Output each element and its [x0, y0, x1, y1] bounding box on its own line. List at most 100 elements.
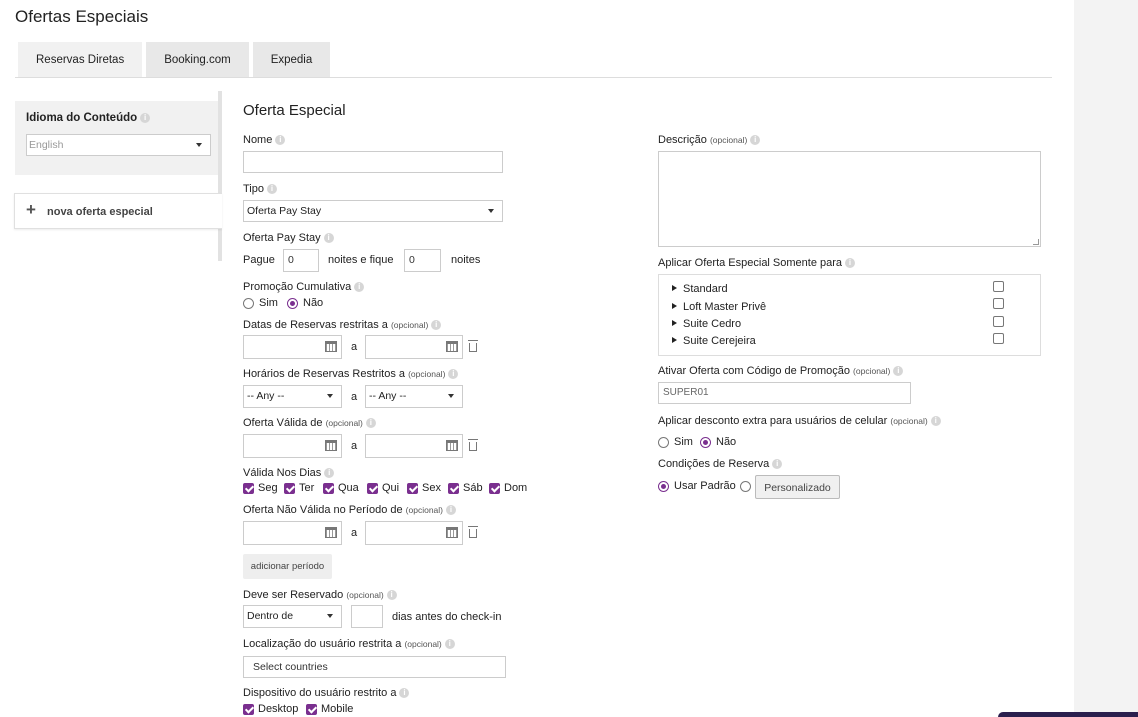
language-value: English — [29, 139, 64, 151]
info-icon[interactable]: i — [444, 639, 455, 649]
expand-arrow-icon[interactable] — [672, 337, 677, 343]
mobile-discount-no-radio[interactable] — [700, 437, 711, 448]
day-sex-checkbox[interactable] — [407, 483, 418, 494]
device-mobile-checkbox[interactable] — [306, 704, 317, 715]
day-dom-label: Dom — [504, 482, 528, 494]
info-icon[interactable]: i — [365, 418, 376, 428]
must-book-select[interactable]: Dentro de — [243, 605, 342, 628]
type-label-wrap: Tipo i — [243, 183, 277, 195]
cumulative-label: Promoção Cumulativa — [243, 281, 352, 293]
info-icon[interactable]: i — [893, 366, 904, 376]
booking-date-from-input[interactable] — [243, 335, 342, 359]
use-default-radio[interactable] — [658, 481, 669, 492]
trash-icon[interactable] — [468, 340, 478, 352]
info-icon[interactable]: i — [448, 369, 459, 379]
info-icon[interactable]: i — [399, 688, 410, 698]
trash-icon[interactable] — [468, 439, 478, 451]
promo-code-label-wrap: Ativar Oferta com Código de Promoção (op… — [658, 365, 904, 377]
language-label-wrap: Idioma do Conteúdo i — [26, 112, 151, 124]
day-sab-checkbox[interactable] — [448, 483, 459, 494]
tab-reservas-diretas[interactable]: Reservas Diretas — [18, 42, 143, 77]
pay-label: Pague — [243, 254, 275, 266]
valid-from-input[interactable] — [243, 434, 342, 458]
trash-icon[interactable] — [468, 526, 478, 538]
calendar-icon[interactable] — [446, 341, 458, 352]
type-select[interactable]: Oferta Pay Stay — [243, 200, 503, 222]
info-icon[interactable]: i — [140, 113, 151, 123]
room-label: Suite Cerejeira — [683, 335, 756, 347]
name-label-wrap: Nome i — [243, 134, 286, 146]
sidebar-scrollbar[interactable] — [218, 91, 222, 261]
resize-handle-icon[interactable] — [1033, 239, 1039, 245]
stay-nights-input[interactable]: 0 — [404, 249, 441, 272]
chat-launcher-tab[interactable] — [998, 712, 1138, 717]
must-book-label: Deve ser Reservado — [243, 589, 344, 601]
new-offer-button[interactable]: + nova oferta especial — [14, 193, 222, 229]
device-desktop-checkbox[interactable] — [243, 704, 254, 715]
optional-tag: (opcional) — [346, 590, 384, 600]
tab-booking[interactable]: Booking.com — [146, 42, 249, 77]
room-checkbox[interactable] — [993, 298, 1004, 309]
info-icon[interactable]: i — [845, 258, 856, 268]
tab-expedia[interactable]: Expedia — [252, 42, 331, 77]
expand-arrow-icon[interactable] — [672, 320, 677, 326]
info-icon[interactable]: i — [275, 135, 286, 145]
calendar-icon[interactable] — [325, 527, 337, 538]
calendar-icon[interactable] — [446, 527, 458, 538]
info-icon[interactable]: i — [772, 459, 783, 469]
day-dom-checkbox[interactable] — [489, 483, 500, 494]
hours-to-select[interactable]: -- Any -- — [365, 385, 463, 408]
days-before-input[interactable] — [351, 605, 383, 628]
must-book-label-wrap: Deve ser Reservado (opcional) i — [243, 589, 397, 601]
optional-tag: (opcional) — [853, 366, 891, 376]
calendar-icon[interactable] — [446, 440, 458, 451]
cumulative-no-radio[interactable] — [287, 298, 298, 309]
info-icon[interactable]: i — [930, 416, 941, 426]
name-input[interactable] — [243, 151, 503, 173]
chevron-down-icon — [488, 209, 494, 213]
info-icon[interactable]: i — [386, 590, 397, 600]
pay-nights-input[interactable]: 0 — [283, 249, 319, 272]
language-select[interactable]: English — [26, 134, 211, 156]
expand-arrow-icon[interactable] — [672, 303, 677, 309]
cumulative-label-wrap: Promoção Cumulativa i — [243, 281, 365, 293]
day-qua-checkbox[interactable] — [323, 483, 334, 494]
room-checkbox[interactable] — [993, 281, 1004, 292]
room-checkbox[interactable] — [993, 333, 1004, 344]
mobile-discount-yes-radio[interactable] — [658, 437, 669, 448]
calendar-icon[interactable] — [325, 341, 337, 352]
device-desktop-label: Desktop — [258, 703, 299, 715]
hours-from-select[interactable]: -- Any -- — [243, 385, 342, 408]
page-title: Ofertas Especiais — [15, 7, 149, 26]
calendar-icon[interactable] — [325, 440, 337, 451]
not-valid-to-input[interactable] — [365, 521, 463, 545]
expand-arrow-icon[interactable] — [672, 285, 677, 291]
tabs-divider — [15, 77, 1052, 78]
days-before-label: dias antes do check-in — [392, 611, 502, 623]
day-qui-label: Qui — [382, 482, 400, 494]
info-icon[interactable]: i — [323, 233, 334, 243]
not-valid-from-input[interactable] — [243, 521, 342, 545]
info-icon[interactable]: i — [324, 468, 335, 478]
info-icon[interactable]: i — [354, 282, 365, 292]
promo-code-input[interactable]: SUPER01 — [658, 382, 911, 404]
day-seg-checkbox[interactable] — [243, 483, 254, 494]
chevron-down-icon — [196, 143, 202, 147]
custom-radio[interactable] — [740, 481, 751, 492]
countries-input[interactable]: Select countries — [243, 656, 506, 678]
info-icon[interactable]: i — [446, 505, 456, 515]
chevron-down-icon — [327, 614, 333, 618]
booking-date-to-input[interactable] — [365, 335, 463, 359]
room-checkbox[interactable] — [993, 316, 1004, 327]
day-ter-checkbox[interactable] — [284, 483, 295, 494]
info-icon[interactable]: i — [267, 184, 277, 194]
valid-to-input[interactable] — [365, 434, 463, 458]
cumulative-yes-radio[interactable] — [243, 298, 254, 309]
add-period-button[interactable]: adicionar período — [243, 554, 332, 579]
info-icon[interactable]: i — [431, 320, 442, 330]
info-icon[interactable]: i — [750, 135, 761, 145]
day-qui-checkbox[interactable] — [367, 483, 378, 494]
custom-conditions-button[interactable]: Personalizado — [755, 475, 840, 499]
section-title: Oferta Especial — [243, 102, 346, 119]
description-textarea[interactable] — [658, 151, 1041, 247]
